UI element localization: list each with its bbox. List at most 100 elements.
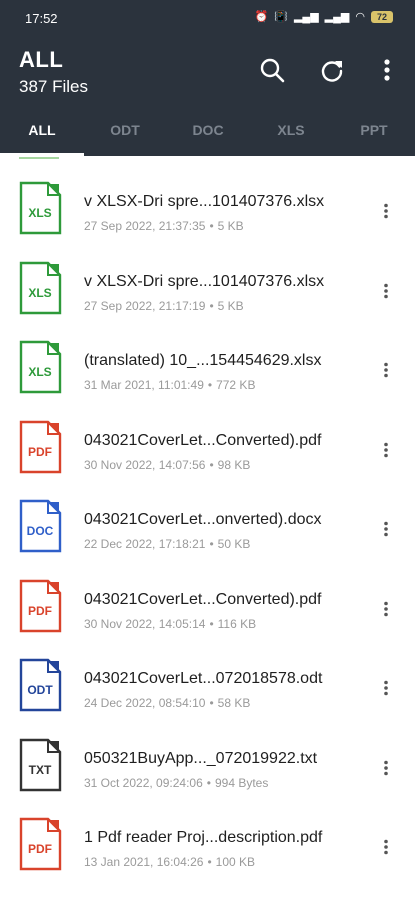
file-type-label: ODT	[27, 683, 53, 697]
more-vert-icon	[384, 59, 390, 81]
file-size: 98 KB	[217, 457, 251, 472]
list-item[interactable]: TXT 050321BuyApp..._072019922.txt 31 Oct 2…	[0, 738, 415, 818]
list-item[interactable]: XLS (translated) 10_...154454629.xlsx 31 M…	[0, 340, 415, 420]
tab-doc[interactable]: DOC	[173, 122, 243, 138]
file-name: 043021CoverLet...072018578.odt	[84, 670, 323, 687]
file-size: 100 KB	[215, 855, 256, 869]
file-type-label: PDF	[28, 842, 52, 856]
file-type-label: XLS	[28, 286, 51, 300]
item-more-button[interactable]	[372, 356, 400, 384]
status-time: 17:52	[25, 11, 58, 26]
tab-odt[interactable]: ODT	[90, 122, 160, 138]
search-button[interactable]	[256, 54, 288, 86]
status-icons: ⏰ 📳 ▂▄▆ ▂▄▆ ◠ 72	[255, 10, 393, 23]
alarm-icon: ⏰	[254, 11, 269, 23]
item-more-button[interactable]	[372, 277, 400, 305]
file-size: 994 Bytes	[214, 775, 269, 790]
file-meta: 31 Oct 2022, 09:24:06 • 994 Bytes	[84, 776, 268, 790]
file-meta: 24 Dec 2022, 08:54:10 • 58 KB	[84, 696, 250, 710]
file-date: 30 Nov 2022, 14:07:56	[84, 457, 206, 472]
file-type-icon: TXT	[19, 738, 62, 791]
more-vert-icon	[384, 362, 388, 378]
file-size: 58 KB	[217, 696, 251, 710]
more-vert-icon	[384, 760, 388, 775]
refresh-icon	[321, 61, 343, 82]
tab-xls[interactable]: XLS	[256, 122, 326, 138]
list-item[interactable]: XLS v XLSX-Dri spre...101407376.xlsx 27 Se…	[0, 181, 415, 261]
file-meta: 27 Sep 2022, 21:17:19 • 5 KB	[84, 299, 244, 313]
file-date: 24 Dec 2022, 08:54:10	[84, 696, 206, 710]
wifi-icon: ◠	[355, 11, 365, 23]
list-item[interactable]: DOC 043021CoverLet...onverted).docx 22 Dec…	[0, 499, 415, 579]
separator-dot: •	[209, 616, 214, 631]
more-vert-icon	[384, 839, 388, 855]
refresh-button[interactable]	[316, 54, 348, 86]
file-type-icon: XLS	[19, 181, 62, 235]
file-name: v XLSX-Dri spre...101407376.xlsx	[84, 272, 325, 290]
list-item[interactable]: PDF 043021CoverLet...Converted).pdf 30 Nov…	[0, 420, 415, 500]
file-type-icon: PDF	[19, 420, 62, 473]
more-vert-icon	[384, 442, 388, 457]
status-bar: 17:52 ⏰ 📳 ▂▄▆ ▂▄▆ ◠ 72	[0, 0, 415, 36]
file-type-icon: PDF	[19, 579, 62, 632]
list-item[interactable]: PDF 1 Pdf reader Proj...description.pdf 13…	[0, 817, 415, 897]
file-size: 116 KB	[217, 616, 257, 631]
file-type-label: XLS	[28, 365, 51, 379]
file-size: 5 KB	[217, 298, 244, 313]
battery-icon: 72	[371, 10, 393, 23]
file-size: 50 KB	[217, 537, 251, 551]
tab-ppt[interactable]: PPT	[339, 122, 409, 138]
app-bar: 17:52 ⏰ 📳 ▂▄▆ ▂▄▆ ◠ 72 ALL 387 Files ALL…	[0, 0, 415, 156]
separator-dot: •	[209, 457, 214, 472]
more-vert-icon	[384, 203, 388, 219]
signal-icon-2: ▂▄▆	[324, 11, 350, 23]
file-type-label: PDF	[28, 604, 52, 618]
more-vert-icon	[384, 680, 388, 696]
tab-bar: ALL ODT DOC XLS PPT	[0, 114, 415, 156]
item-more-button[interactable]	[372, 197, 400, 225]
file-date: 13 Jan 2021, 16:04:26	[84, 855, 204, 869]
file-date: 30 Nov 2022, 14:05:14	[84, 616, 206, 631]
separator-dot: •	[209, 298, 214, 313]
list-item[interactable]: PDF 043021CoverLet...Converted).pdf 30 Nov…	[0, 579, 415, 659]
vibrate-icon: 📳	[274, 11, 288, 23]
file-meta: 31 Mar 2021, 11:01:49 • 772 KB	[84, 378, 255, 392]
more-options-button[interactable]	[371, 54, 403, 86]
page-title: ALL	[19, 47, 64, 72]
file-name: v XLSX-Dri spre...101407376.xlsx	[84, 193, 325, 210]
file-meta: 30 Nov 2022, 14:07:56 • 98 KB	[84, 458, 250, 472]
file-date: 31 Oct 2022, 09:24:06	[84, 775, 203, 790]
list-item[interactable]: XLS v XLSX-Dri spre...101407376.xlsx 27 Se…	[0, 261, 415, 341]
file-date: 31 Mar 2021, 11:01:49	[84, 378, 204, 392]
signal-icon: ▂▄▆	[293, 11, 319, 23]
file-type-icon: PDF	[19, 817, 62, 871]
item-more-button[interactable]	[372, 833, 400, 861]
scroll-edge-hint	[19, 157, 59, 159]
file-name: 043021CoverLet...onverted).docx	[84, 511, 322, 528]
more-vert-icon	[384, 601, 388, 616]
file-name: 043021CoverLet...Converted).pdf	[84, 590, 322, 608]
file-type-icon: DOC	[19, 499, 62, 553]
file-meta: 13 Jan 2021, 16:04:26 • 100 KB	[84, 855, 255, 869]
file-size: 772 KB	[216, 378, 256, 392]
file-name: 1 Pdf reader Proj...description.pdf	[84, 829, 323, 846]
file-name: 050321BuyApp..._072019922.txt	[84, 749, 318, 767]
item-more-button[interactable]	[372, 515, 400, 543]
file-type-label: TXT	[29, 763, 52, 777]
more-vert-icon	[384, 283, 388, 298]
search-icon	[260, 58, 285, 83]
file-date: 22 Dec 2022, 17:18:21	[84, 537, 206, 551]
file-type-icon: ODT	[19, 658, 62, 712]
separator-dot: •	[207, 378, 213, 392]
list-item[interactable]: ODT 043021CoverLet...072018578.odt 24 Dec …	[0, 658, 415, 738]
tab-all[interactable]: ALL	[7, 122, 77, 138]
file-type-icon: XLS	[19, 340, 62, 394]
more-vert-icon	[384, 521, 388, 537]
item-more-button[interactable]	[372, 436, 400, 464]
file-name: 043021CoverLet...Converted).pdf	[84, 431, 322, 449]
item-more-button[interactable]	[372, 595, 400, 623]
item-more-button[interactable]	[372, 674, 400, 702]
separator-dot: •	[209, 219, 214, 233]
item-more-button[interactable]	[372, 754, 400, 782]
file-meta: 27 Sep 2022, 21:37:35 • 5 KB	[84, 219, 244, 233]
